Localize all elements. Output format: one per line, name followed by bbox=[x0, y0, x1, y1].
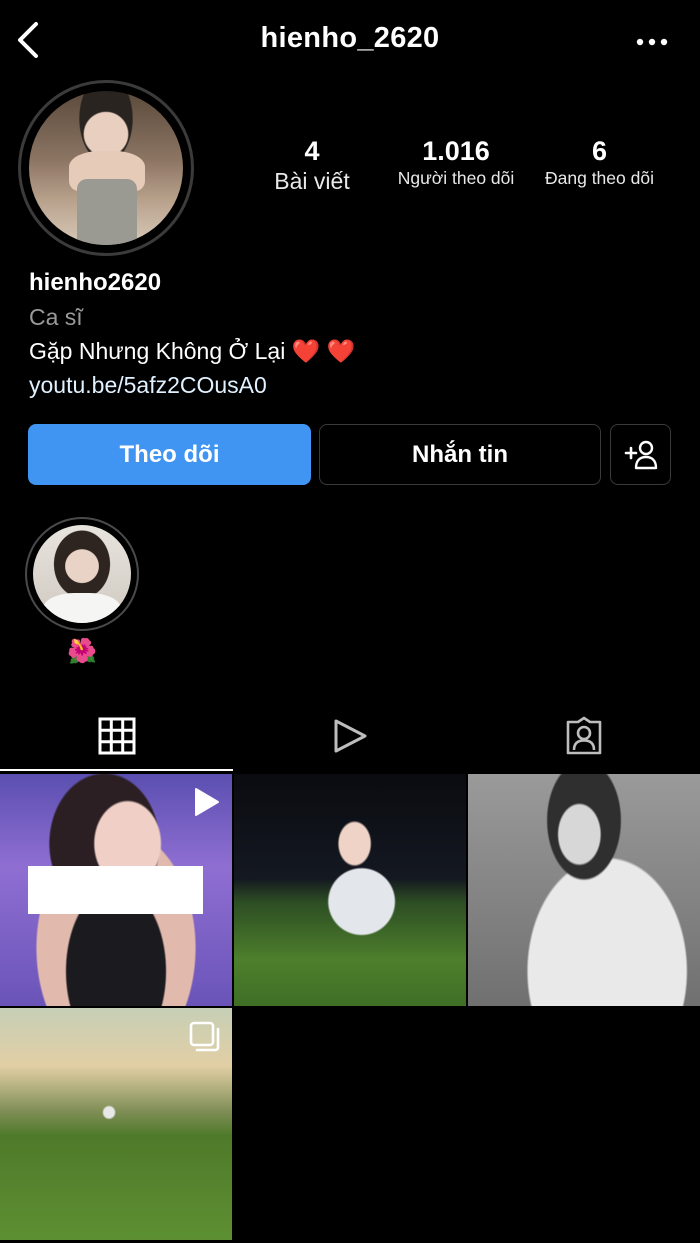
grid-post-1[interactable] bbox=[0, 774, 232, 1006]
grid-icon bbox=[98, 717, 135, 755]
grid-post-4[interactable] bbox=[0, 1008, 232, 1240]
stat-following[interactable]: 6 Đang theo dõi bbox=[532, 134, 667, 189]
profile-category: Ca sĩ bbox=[29, 304, 83, 330]
following-label: Đang theo dõi bbox=[545, 168, 654, 188]
followers-count: 1.016 bbox=[422, 136, 490, 166]
profile-bio: hienho2620 Ca sĩ Gặp Nhưng Không Ở Lại ❤… bbox=[29, 266, 355, 402]
followers-label: Người theo dõi bbox=[397, 168, 515, 188]
following-count: 6 bbox=[591, 136, 608, 166]
tab-posts-grid[interactable] bbox=[0, 700, 233, 772]
more-options-button[interactable] bbox=[632, 30, 672, 54]
tab-reels[interactable] bbox=[233, 700, 466, 772]
message-button[interactable]: Nhắn tin bbox=[319, 424, 601, 485]
more-horizontal-icon bbox=[636, 38, 668, 46]
censor-bar bbox=[28, 866, 203, 914]
tagged-icon bbox=[566, 716, 601, 755]
highlight-figure bbox=[43, 593, 121, 623]
bio-link[interactable]: youtu.be/5afz2COusA0 bbox=[29, 368, 355, 402]
bio-text: Gặp Nhưng Không Ở Lại ❤️ ❤️ bbox=[29, 338, 356, 364]
tab-tagged[interactable] bbox=[467, 700, 700, 772]
play-icon bbox=[195, 788, 219, 816]
story-highlight-cover[interactable] bbox=[33, 525, 131, 623]
stat-posts[interactable]: 4 Bài viết bbox=[262, 134, 362, 195]
stat-followers[interactable]: 1.016 Người theo dõi bbox=[386, 134, 526, 189]
follow-button[interactable]: Theo dõi bbox=[28, 424, 311, 485]
reels-icon bbox=[334, 719, 366, 753]
carousel-icon bbox=[189, 1021, 220, 1052]
grid-post-3[interactable] bbox=[468, 774, 700, 1006]
profile-username-title: hienho_2620 bbox=[260, 22, 440, 54]
profile-avatar[interactable] bbox=[29, 91, 183, 245]
suggest-accounts-button[interactable] bbox=[610, 424, 671, 485]
story-highlight-label: 🌺 bbox=[67, 638, 97, 665]
add-user-icon bbox=[624, 440, 657, 469]
grid-post-2[interactable] bbox=[234, 774, 466, 1006]
display-name: hienho2620 bbox=[29, 269, 162, 296]
profile-page: hienho_2620 4 Bài viết 1.016 Người theo … bbox=[0, 0, 700, 1243]
avatar-dress bbox=[77, 179, 137, 245]
posts-count: 4 bbox=[304, 136, 320, 166]
posts-label: Bài viết bbox=[274, 168, 350, 194]
active-tab-indicator bbox=[0, 769, 233, 771]
top-bar: hienho_2620 bbox=[0, 0, 700, 80]
